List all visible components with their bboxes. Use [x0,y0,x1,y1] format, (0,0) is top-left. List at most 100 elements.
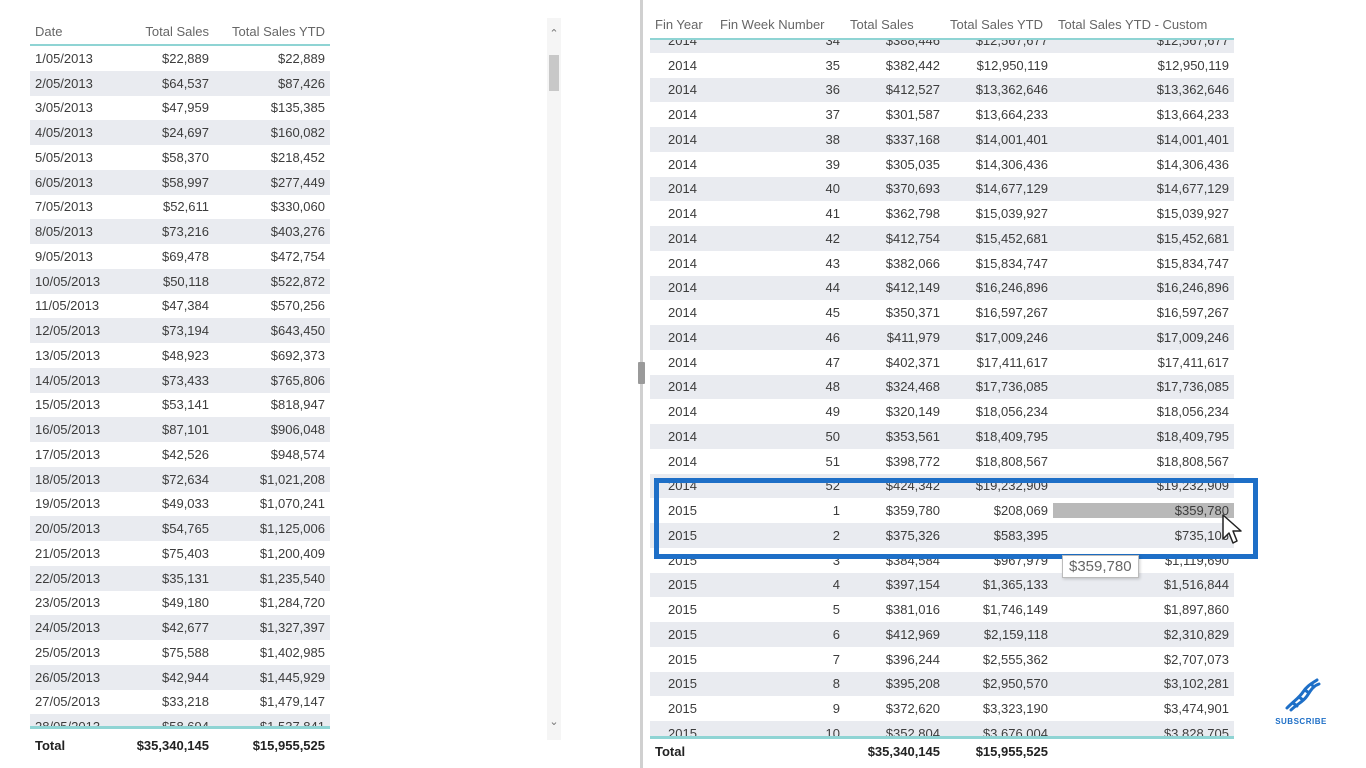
table-row[interactable]: 2014 37 $301,587 $13,664,233 $13,664,233 [650,102,1234,127]
total-sales-ytd-cell[interactable]: $15,834,747 [945,256,1053,271]
date-cell[interactable]: 7/05/2013 [30,199,117,214]
total-sales-cell[interactable]: $42,677 [117,620,214,635]
date-cell[interactable]: 5/05/2013 [30,150,117,165]
total-sales-ytd-cell[interactable]: $18,808,567 [945,454,1053,469]
fin-year-cell[interactable]: 2015 [650,553,715,568]
total-sales-ytd-cell[interactable]: $277,449 [214,175,330,190]
total-sales-cell[interactable]: $72,634 [117,472,214,487]
total-sales-ytd-cell[interactable]: $1,479,147 [214,694,330,709]
total-sales-cell[interactable]: $87,101 [117,422,214,437]
total-sales-ytd-custom-cell[interactable]: $16,597,267 [1053,305,1234,320]
total-sales-ytd-cell[interactable]: $1,200,409 [214,546,330,561]
fin-week-cell[interactable]: 52 [715,478,845,493]
table-row[interactable]: 3/05/2013 $47,959 $135,385 [30,96,330,121]
table-row[interactable]: 7/05/2013 $52,611 $330,060 [30,195,330,220]
total-sales-ytd-custom-cell[interactable]: $14,677,129 [1053,181,1234,196]
date-cell[interactable]: 22/05/2013 [30,571,117,586]
fin-week-cell[interactable]: 45 [715,305,845,320]
total-sales-cell[interactable]: $412,969 [845,627,945,642]
total-sales-cell[interactable]: $324,468 [845,379,945,394]
date-cell[interactable]: 8/05/2013 [30,224,117,239]
total-sales-ytd-cell[interactable]: $570,256 [214,298,330,313]
total-sales-cell[interactable]: $353,561 [845,429,945,444]
table-body[interactable]: 1/05/2013 $22,889 $22,889 2/05/2013 $64,537 $… [30,46,330,726]
total-sales-ytd-custom-cell[interactable]: $15,834,747 [1053,256,1234,271]
date-cell[interactable]: 16/05/2013 [30,422,117,437]
fin-year-cell[interactable]: 2014 [650,206,715,221]
table-row[interactable]: 2015 6 $412,969 $2,159,118 $2,310,829 [650,622,1234,647]
total-sales-cell[interactable]: $337,168 [845,132,945,147]
column-header-fin-year[interactable]: Fin Year [650,17,715,32]
fin-year-cell[interactable]: 2014 [650,82,715,97]
table-row[interactable]: 2014 39 $305,035 $14,306,436 $14,306,436 [650,152,1234,177]
total-sales-ytd-custom-cell[interactable]: $17,411,617 [1053,355,1234,370]
total-sales-ytd-cell[interactable]: $22,889 [214,51,330,66]
fin-week-cell[interactable]: 46 [715,330,845,345]
fin-week-cell[interactable]: 6 [715,627,845,642]
total-sales-cell[interactable]: $58,997 [117,175,214,190]
date-cell[interactable]: 27/05/2013 [30,694,117,709]
date-cell[interactable]: 25/05/2013 [30,645,117,660]
table-row[interactable]: 2014 40 $370,693 $14,677,129 $14,677,129 [650,176,1234,202]
table-row[interactable]: 2014 34 $388,446 $12,567,677 $12,567,677 [650,40,1234,53]
total-sales-ytd-cell[interactable]: $692,373 [214,348,330,363]
table-row[interactable]: 2015 9 $372,620 $3,323,190 $3,474,901 [650,696,1234,721]
fin-week-cell[interactable]: 44 [715,280,845,295]
total-sales-cell[interactable]: $22,889 [117,51,214,66]
fin-year-cell[interactable]: 2014 [650,280,715,295]
column-header-total-sales-ytd[interactable]: Total Sales YTD [945,17,1053,32]
fin-week-cell[interactable]: 1 [715,503,845,518]
total-sales-ytd-cell[interactable]: $948,574 [214,447,330,462]
total-sales-ytd-cell[interactable]: $3,676,004 [945,726,1053,736]
total-sales-cell[interactable]: $58,694 [117,719,214,726]
total-sales-ytd-cell[interactable]: $906,048 [214,422,330,437]
table-row[interactable]: 11/05/2013 $47,384 $570,256 [30,294,330,319]
total-sales-cell[interactable]: $47,959 [117,100,214,115]
total-sales-cell[interactable]: $64,537 [117,76,214,91]
table-row[interactable]: 2014 44 $412,149 $16,246,896 $16,246,896 [650,275,1234,301]
total-sales-cell[interactable]: $350,371 [845,305,945,320]
date-cell[interactable]: 24/05/2013 [30,620,117,635]
date-cell[interactable]: 21/05/2013 [30,546,117,561]
table-row[interactable]: 2014 49 $320,149 $18,056,234 $18,056,234 [650,399,1234,424]
fin-week-cell[interactable]: 35 [715,58,845,73]
total-sales-cell[interactable]: $375,326 [845,528,945,543]
table-row[interactable]: 2014 45 $350,371 $16,597,267 $16,597,267 [650,300,1234,325]
subscribe-badge[interactable]: SUBSCRIBE [1268,676,1334,726]
date-cell[interactable]: 26/05/2013 [30,670,117,685]
total-sales-ytd-custom-cell[interactable]: $16,246,896 [1053,280,1234,295]
date-cell[interactable]: 3/05/2013 [30,100,117,115]
total-sales-cell[interactable]: $33,218 [117,694,214,709]
total-sales-cell[interactable]: $75,403 [117,546,214,561]
table-row[interactable]: 2015 8 $395,208 $2,950,570 $3,102,281 [650,671,1234,697]
total-sales-ytd-cell[interactable]: $1,284,720 [214,595,330,610]
column-header-total-sales[interactable]: Total Sales [117,24,214,39]
table-row[interactable]: 27/05/2013 $33,218 $1,479,147 [30,690,330,715]
fin-week-cell[interactable]: 36 [715,82,845,97]
column-header-date[interactable]: Date [30,24,117,39]
total-sales-cell[interactable]: $381,016 [845,602,945,617]
total-sales-ytd-custom-cell[interactable]: $13,664,233 [1053,107,1234,122]
date-cell[interactable]: 12/05/2013 [30,323,117,338]
date-cell[interactable]: 11/05/2013 [30,298,117,313]
table-row[interactable]: 18/05/2013 $72,634 $1,021,208 [30,466,330,492]
column-header-fin-week-number[interactable]: Fin Week Number [715,17,845,32]
total-sales-cell[interactable]: $320,149 [845,404,945,419]
total-sales-ytd-custom-cell[interactable]: $18,808,567 [1053,454,1234,469]
fin-week-cell[interactable]: 50 [715,429,845,444]
fin-week-cell[interactable]: 4 [715,577,845,592]
table-row[interactable]: 2015 4 $397,154 $1,365,133 $1,516,844 [650,572,1234,598]
table-row[interactable]: 25/05/2013 $75,588 $1,402,985 [30,640,330,665]
total-sales-cell[interactable]: $384,584 [845,553,945,568]
total-sales-cell[interactable]: $359,780 [845,503,945,518]
table-row[interactable]: 2014 46 $411,979 $17,009,246 $17,009,246 [650,325,1234,350]
total-sales-ytd-custom-cell[interactable]: $2,310,829 [1053,627,1234,642]
date-cell[interactable]: 23/05/2013 [30,595,117,610]
total-sales-ytd-cell[interactable]: $1,365,133 [945,577,1053,592]
table-row[interactable]: 12/05/2013 $73,194 $643,450 [30,318,330,343]
fin-week-cell[interactable]: 39 [715,157,845,172]
total-sales-cell[interactable]: $396,244 [845,652,945,667]
total-sales-ytd-cell[interactable]: $18,409,795 [945,429,1053,444]
table-row[interactable]: 2014 35 $382,442 $12,950,119 $12,950,119 [650,53,1234,78]
total-sales-ytd-custom-cell[interactable]: $14,001,401 [1053,132,1234,147]
